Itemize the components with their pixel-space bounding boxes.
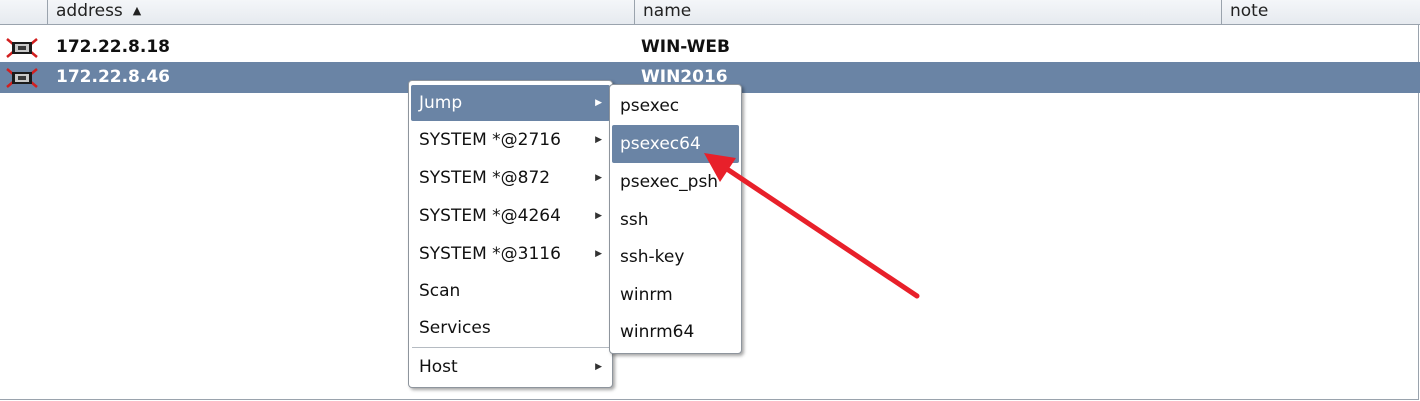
submenu-arrow-icon: ▶	[595, 173, 602, 183]
table-row[interactable]: 172.22.8.18 WIN-WEB	[0, 33, 1420, 62]
submenu-item-label: ssh	[620, 210, 649, 230]
menu-item-label: Host	[419, 357, 458, 377]
submenu-item-label: winrm64	[620, 322, 695, 342]
column-header-address[interactable]: address ▲	[47, 0, 634, 24]
submenu-item-label: psexec	[620, 96, 680, 116]
menu-item-label: Jump	[419, 93, 463, 113]
row-name: WIN-WEB	[641, 37, 730, 57]
column-header-note-label: note	[1230, 1, 1269, 21]
submenu-item-ssh[interactable]: ssh	[612, 201, 739, 239]
menu-item-scan[interactable]: Scan	[411, 273, 610, 309]
menu-item-label: SYSTEM *@3116	[419, 244, 561, 264]
menu-item-services[interactable]: Services	[411, 310, 610, 346]
submenu-item-label: winrm	[620, 285, 673, 305]
windows-session-icon	[6, 68, 38, 88]
menu-item-system-4264[interactable]: SYSTEM *@4264 ▶	[411, 198, 610, 234]
submenu-item-label: ssh-key	[620, 247, 685, 267]
menu-item-host[interactable]: Host ▶	[411, 349, 610, 385]
menu-item-system-2716[interactable]: SYSTEM *@2716 ▶	[411, 122, 610, 158]
submenu-item-ssh-key[interactable]: ssh-key	[612, 238, 739, 276]
column-header-note[interactable]: note	[1221, 0, 1420, 24]
menu-item-system-872[interactable]: SYSTEM *@872 ▶	[411, 160, 610, 196]
submenu-arrow-icon: ▶	[595, 211, 602, 221]
table-header: address ▲ name note	[0, 0, 1420, 25]
menu-item-label: SYSTEM *@872	[419, 168, 551, 188]
column-header-name-label: name	[643, 1, 692, 21]
submenu-item-label: psexec_psh	[620, 172, 719, 192]
jump-submenu: psexec psexec64 psexec_psh ssh ssh-key w…	[609, 84, 742, 354]
submenu-item-winrm64[interactable]: winrm64	[612, 313, 739, 351]
windows-session-icon	[6, 38, 38, 58]
column-header-icon[interactable]	[0, 0, 47, 24]
column-header-address-label: address	[56, 1, 123, 21]
submenu-item-psexec-psh[interactable]: psexec_psh	[612, 163, 739, 201]
submenu-arrow-icon: ▶	[595, 98, 602, 108]
menu-item-jump[interactable]: Jump ▶	[411, 85, 610, 121]
menu-item-label: Services	[419, 318, 491, 338]
sort-ascending-icon: ▲	[132, 4, 142, 17]
menu-separator	[412, 347, 609, 348]
submenu-item-psexec64[interactable]: psexec64	[612, 125, 739, 163]
context-menu: Jump ▶ SYSTEM *@2716 ▶ SYSTEM *@872 ▶ SY…	[408, 80, 613, 388]
submenu-arrow-icon: ▶	[595, 249, 602, 259]
menu-item-system-3116[interactable]: SYSTEM *@3116 ▶	[411, 236, 610, 272]
row-address: 172.22.8.46	[56, 67, 171, 87]
menu-item-label: Scan	[419, 281, 461, 301]
submenu-arrow-icon: ▶	[595, 135, 602, 145]
menu-item-label: SYSTEM *@4264	[419, 206, 561, 226]
column-header-name[interactable]: name	[634, 0, 1221, 24]
submenu-item-psexec[interactable]: psexec	[612, 87, 739, 125]
submenu-item-winrm[interactable]: winrm	[612, 276, 739, 314]
submenu-arrow-icon: ▶	[595, 362, 602, 372]
submenu-item-label: psexec64	[620, 134, 701, 154]
row-address: 172.22.8.18	[56, 37, 171, 57]
menu-item-label: SYSTEM *@2716	[419, 130, 561, 150]
